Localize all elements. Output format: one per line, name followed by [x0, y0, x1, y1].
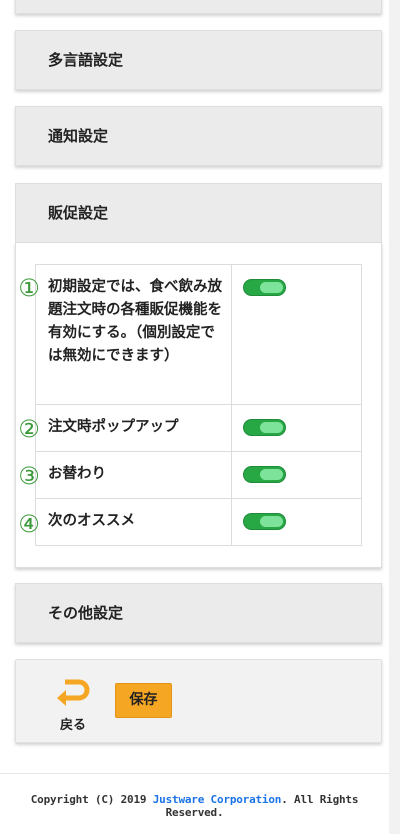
setting-label-order-popup: 注文時ポップアップ — [35, 404, 232, 452]
toggle-knob — [260, 516, 283, 527]
setting-label-next-recommend: 次のオススメ — [35, 498, 232, 546]
setting-label-default-promotion: 初期設定では、食べ飲み放題注文時の各種販促機能を有効にする。（個別設定では無効に… — [35, 264, 232, 405]
previous-section-header[interactable] — [15, 0, 382, 14]
save-button[interactable]: 保存 — [115, 683, 172, 718]
back-button[interactable]: 戻る — [52, 676, 94, 733]
section-multilang-header[interactable]: 多言語設定 — [15, 30, 382, 90]
section-other-title: その他設定 — [48, 604, 124, 622]
setting-label-refill: お替わり — [35, 451, 232, 499]
toggle-order-popup[interactable] — [243, 419, 286, 436]
return-arrow-icon — [57, 679, 90, 706]
section-notification-header[interactable]: 通知設定 — [15, 106, 382, 166]
section-notification-title: 通知設定 — [48, 127, 109, 145]
toggle-knob — [260, 469, 283, 480]
promotion-settings-table: 初期設定では、食べ飲み放題注文時の各種販促機能を有効にする。（個別設定では無効に… — [35, 264, 362, 546]
table-row: お替わり — [35, 451, 362, 499]
copyright-prefix: Copyright (C) 2019 — [30, 793, 153, 806]
toggle-refill[interactable] — [243, 466, 286, 483]
circled-number-2-marker: ② — [18, 415, 40, 443]
section-multilang-title: 多言語設定 — [48, 51, 124, 69]
toggle-next-recommend[interactable] — [243, 513, 286, 530]
circled-number-1-marker: ① — [18, 274, 40, 302]
table-row: 注文時ポップアップ — [35, 404, 362, 452]
company-link[interactable]: Justware Corporation — [153, 793, 282, 806]
toggle-knob — [260, 422, 283, 433]
section-promotion-header[interactable]: 販促設定 — [15, 183, 382, 243]
section-other-header[interactable]: その他設定 — [15, 583, 382, 643]
footer-divider — [0, 773, 389, 774]
table-row: 次のオススメ — [35, 498, 362, 546]
table-row: 初期設定では、食べ飲み放題注文時の各種販促機能を有効にする。（個別設定では無効に… — [35, 264, 362, 405]
back-label: 戻る — [59, 718, 86, 733]
circled-number-3-marker: ③ — [18, 462, 40, 490]
copyright-footer: Copyright (C) 2019 Justware Corporation.… — [0, 793, 389, 819]
toggle-default-promotion[interactable] — [243, 279, 286, 296]
section-promotion-title: 販促設定 — [48, 204, 109, 222]
toggle-knob — [260, 282, 283, 293]
circled-number-4-marker: ④ — [18, 510, 40, 538]
page-margin — [389, 0, 400, 834]
